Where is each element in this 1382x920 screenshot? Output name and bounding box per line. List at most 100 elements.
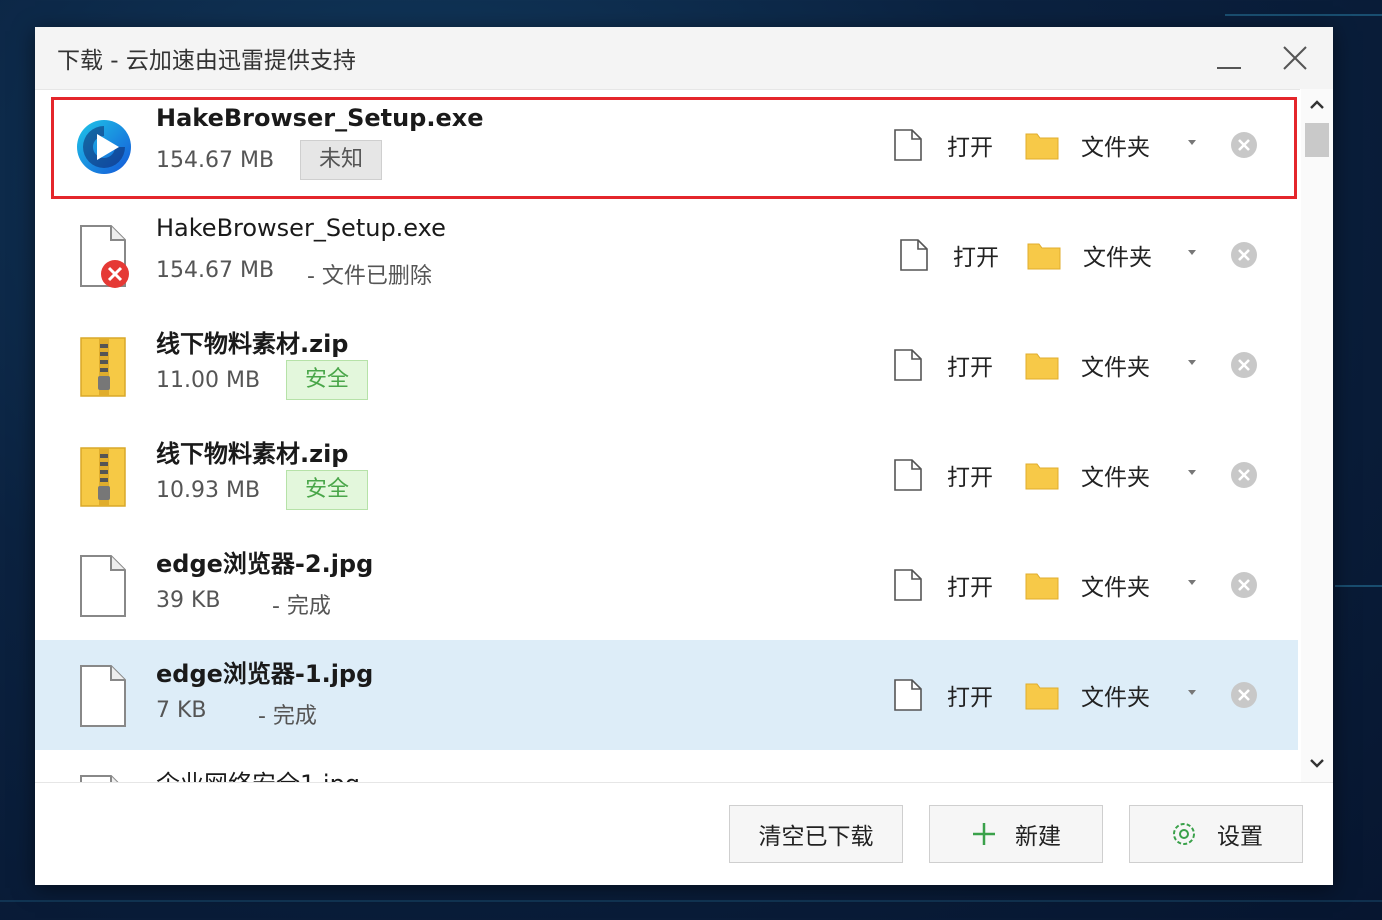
browser-app-icon: [75, 114, 133, 180]
title-bar: 下载 - 云加速由迅雷提供支持: [35, 27, 1333, 89]
file-size: 11.00 MB: [156, 368, 261, 393]
remove-download-button[interactable]: [1229, 240, 1259, 270]
open-folder-link[interactable]: 文件夹: [1081, 458, 1150, 492]
open-folder-link[interactable]: 文件夹: [1081, 568, 1150, 602]
clear-downloaded-label: 清空已下载: [758, 824, 874, 850]
file-size: 154.67 MB: [156, 148, 275, 173]
remove-download-button[interactable]: [1229, 350, 1259, 380]
settings-button[interactable]: 设置: [1129, 805, 1303, 863]
open-file-icon[interactable]: [899, 238, 929, 272]
folder-icon[interactable]: [1027, 240, 1061, 270]
open-folder-link[interactable]: 文件夹: [1081, 678, 1150, 712]
plus-icon: [973, 823, 995, 845]
caret-down-icon: [1188, 140, 1196, 145]
remove-download-button[interactable]: [1229, 680, 1259, 710]
file-size: 10.93 MB: [156, 478, 261, 503]
security-badge: 未知: [300, 140, 383, 180]
close-circle-icon: [1231, 352, 1257, 378]
close-circle-icon: [1231, 682, 1257, 708]
download-row[interactable]: 企业网络安全1.jpg打开文件夹: [35, 750, 1298, 783]
open-file-link[interactable]: 打开: [947, 348, 993, 382]
download-row[interactable]: 线下物料素材.zip 10.93 MB 安全 打开 文件夹: [35, 420, 1298, 531]
caret-down-icon: [1188, 580, 1196, 585]
file-size: 7 KB: [156, 698, 207, 723]
chevron-up-icon: [1310, 100, 1324, 109]
gear-icon: [1173, 823, 1195, 845]
open-file-link[interactable]: 打开: [947, 458, 993, 492]
close-button[interactable]: [1278, 41, 1312, 75]
scroll-thumb[interactable]: [1305, 123, 1329, 157]
remove-download-button[interactable]: [1229, 130, 1259, 160]
file-name: HakeBrowser_Setup.exe: [156, 104, 484, 132]
scroll-down-arrow[interactable]: [1307, 753, 1327, 773]
close-circle-icon: [1231, 572, 1257, 598]
open-file-link[interactable]: 打开: [953, 238, 999, 272]
deleted-file-icon: [75, 224, 133, 290]
caret-down-icon: [1188, 360, 1196, 365]
new-download-label: 新建: [1015, 824, 1061, 850]
caret-down-icon: [1188, 470, 1196, 475]
open-file-icon[interactable]: [893, 128, 923, 162]
download-status: - 完成: [258, 704, 317, 729]
caret-down-icon: [1188, 250, 1196, 255]
open-file-icon[interactable]: [893, 348, 923, 382]
download-row[interactable]: edge浏览器-2.jpg 39 KB - 完成 打开 文件夹: [35, 530, 1298, 641]
file-name: 企业网络安全1.jpg: [156, 764, 360, 783]
open-folder-link[interactable]: 文件夹: [1083, 238, 1152, 272]
clear-downloaded-button[interactable]: 清空已下载: [729, 805, 903, 863]
file-name: edge浏览器-1.jpg: [156, 660, 374, 688]
open-file-link[interactable]: 打开: [947, 568, 993, 602]
close-circle-icon: [1231, 462, 1257, 488]
scrollbar[interactable]: [1301, 89, 1333, 782]
more-options-dropdown[interactable]: [1185, 464, 1199, 478]
settings-label: 设置: [1217, 824, 1263, 850]
file-size: 39 KB: [156, 588, 221, 613]
security-badge: 安全: [286, 470, 369, 510]
scroll-up-arrow[interactable]: [1307, 95, 1327, 115]
more-options-dropdown[interactable]: [1185, 244, 1199, 258]
download-row[interactable]: 线下物料素材.zip 11.00 MB 安全 打开 文件夹: [35, 310, 1298, 421]
file-name: 线下物料素材.zip: [156, 330, 349, 358]
download-status: - 文件已删除: [307, 264, 432, 289]
folder-icon[interactable]: [1025, 460, 1059, 490]
window-title: 下载 - 云加速由迅雷提供支持: [57, 48, 356, 74]
download-row[interactable]: HakeBrowser_Setup.exe 154.67 MB 未知 打开 文件夹: [35, 90, 1298, 201]
folder-icon[interactable]: [1025, 130, 1059, 160]
minimize-button[interactable]: [1213, 43, 1247, 77]
download-status: - 完成: [272, 594, 331, 619]
more-options-dropdown[interactable]: [1185, 134, 1199, 148]
open-file-icon[interactable]: [893, 568, 923, 602]
footer-bar: 清空已下载 新建 设置: [35, 782, 1333, 885]
caret-down-icon: [1188, 690, 1196, 695]
more-options-dropdown[interactable]: [1185, 574, 1199, 588]
download-row[interactable]: edge浏览器-1.jpg 7 KB - 完成 打开 文件夹: [35, 640, 1298, 751]
open-file-link[interactable]: 打开: [947, 678, 993, 712]
remove-download-button[interactable]: [1229, 460, 1259, 490]
more-options-dropdown[interactable]: [1185, 354, 1199, 368]
new-download-button[interactable]: 新建: [929, 805, 1103, 863]
close-circle-icon: [1231, 242, 1257, 268]
folder-icon[interactable]: [1025, 570, 1059, 600]
close-icon: [1283, 46, 1307, 70]
close-circle-icon: [1231, 132, 1257, 158]
folder-icon[interactable]: [1025, 680, 1059, 710]
zip-archive-icon: [75, 444, 133, 510]
blank-file-icon: [75, 554, 133, 620]
download-list: HakeBrowser_Setup.exe 154.67 MB 未知 打开 文件夹 Hak…: [35, 89, 1300, 783]
download-manager-window: 下载 - 云加速由迅雷提供支持 HakeBrowser_Setup.exe 154…: [35, 27, 1333, 885]
file-name: edge浏览器-2.jpg: [156, 550, 374, 578]
open-file-icon[interactable]: [893, 678, 923, 712]
more-options-dropdown[interactable]: [1185, 684, 1199, 698]
file-name: HakeBrowser_Setup.exe: [156, 214, 446, 242]
download-row[interactable]: HakeBrowser_Setup.exe 154.67 MB - 文件已删除 打开 文…: [35, 200, 1298, 311]
remove-download-button[interactable]: [1229, 570, 1259, 600]
open-file-link[interactable]: 打开: [947, 128, 993, 162]
open-folder-link[interactable]: 文件夹: [1081, 348, 1150, 382]
folder-icon[interactable]: [1025, 350, 1059, 380]
security-badge: 安全: [286, 360, 369, 400]
open-file-icon[interactable]: [893, 458, 923, 492]
file-name: 线下物料素材.zip: [156, 440, 349, 468]
open-folder-link[interactable]: 文件夹: [1081, 128, 1150, 162]
blank-file-icon: [75, 664, 133, 730]
file-size: 154.67 MB: [156, 258, 275, 283]
